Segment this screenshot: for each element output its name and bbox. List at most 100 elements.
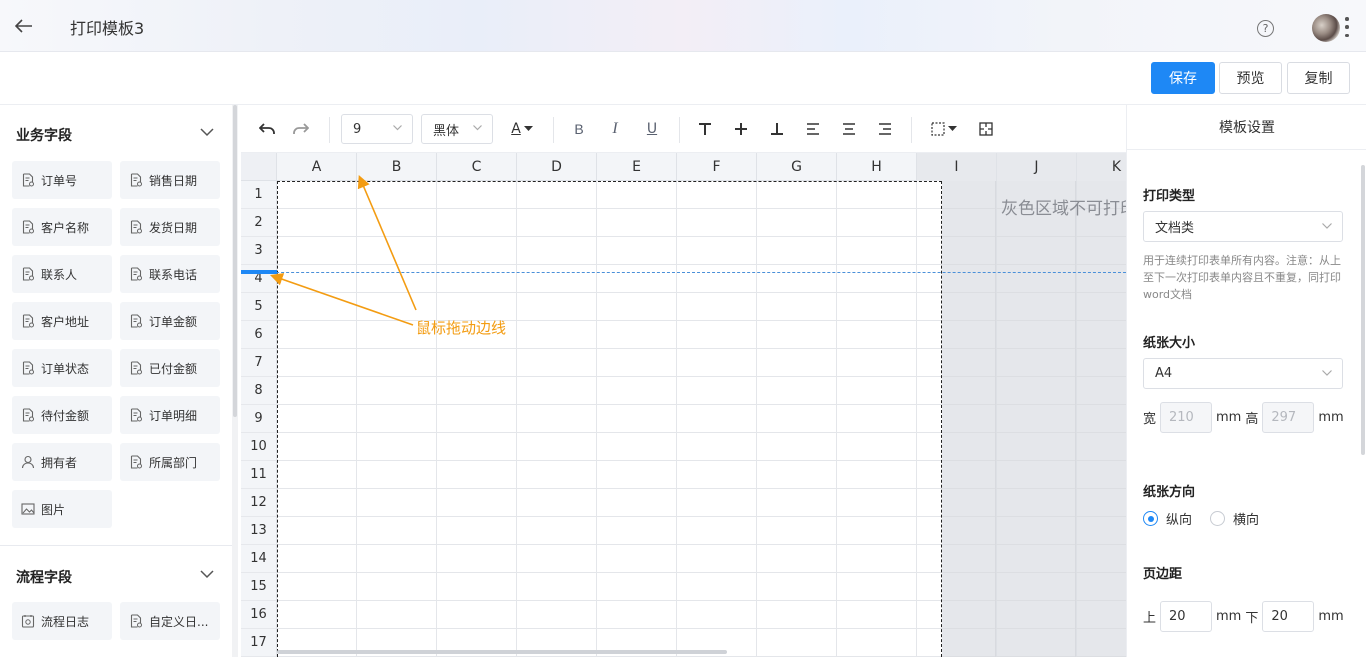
- row-header[interactable]: 2: [241, 209, 277, 237]
- field-item[interactable]: 客户名称: [12, 208, 112, 246]
- back-arrow-icon[interactable]: [12, 14, 36, 38]
- field-item[interactable]: 客户地址: [12, 302, 112, 340]
- column-header[interactable]: C: [437, 153, 517, 181]
- bold-button[interactable]: B: [569, 117, 589, 141]
- avatar[interactable]: [1312, 14, 1340, 42]
- row-header[interactable]: 8: [241, 377, 277, 405]
- row-header[interactable]: 5: [241, 293, 277, 321]
- left-panel-scrollbar[interactable]: [232, 105, 238, 657]
- italic-button[interactable]: I: [605, 117, 625, 141]
- height-input[interactable]: 297: [1262, 402, 1315, 433]
- format-toolbar: 9 黑体 A B I U: [241, 105, 1126, 153]
- merge-cells-icon[interactable]: [976, 117, 996, 141]
- row-drag-handle[interactable]: [241, 270, 277, 274]
- column-header[interactable]: E: [597, 153, 677, 181]
- preview-button[interactable]: 预览: [1219, 62, 1282, 94]
- document-icon: [129, 314, 143, 328]
- field-item[interactable]: 销售日期: [120, 161, 220, 199]
- column-header-row: ABCDEFGHIJK: [241, 153, 1126, 181]
- column-header[interactable]: D: [517, 153, 597, 181]
- font-color-button[interactable]: A: [507, 117, 537, 141]
- column-header[interactable]: F: [677, 153, 757, 181]
- print-type-select[interactable]: 文档类: [1143, 211, 1343, 242]
- more-vertical-icon[interactable]: [1344, 17, 1350, 37]
- row-header[interactable]: 6: [241, 321, 277, 349]
- page-title: 打印模板3: [70, 19, 145, 38]
- width-input[interactable]: 210: [1160, 402, 1213, 433]
- font-size-select[interactable]: 9: [341, 114, 413, 144]
- align-middle-icon[interactable]: [731, 117, 751, 141]
- toolbar-divider: [911, 117, 912, 143]
- column-header[interactable]: J: [997, 153, 1077, 181]
- copy-button[interactable]: 复制: [1287, 62, 1350, 94]
- select-all-corner[interactable]: [241, 153, 277, 181]
- field-item[interactable]: 订单号: [12, 161, 112, 199]
- radio-dot: [1210, 511, 1226, 526]
- help-icon[interactable]: ?: [1257, 20, 1274, 37]
- field-item[interactable]: 订单金额: [120, 302, 220, 340]
- row-header[interactable]: 14: [241, 545, 277, 573]
- font-family-select[interactable]: 黑体: [421, 114, 493, 144]
- business-fields-header[interactable]: 业务字段: [0, 113, 232, 153]
- spreadsheet-canvas[interactable]: 灰色区域不可打印 ABCDEFGHIJK 1 2 3 4 5 6 7 8 9 10 11 12 13 14…: [241, 153, 1126, 657]
- column-header[interactable]: H: [837, 153, 917, 181]
- chevron-down-icon[interactable]: [200, 127, 214, 137]
- row-header[interactable]: 17: [241, 629, 277, 657]
- print-boundary[interactable]: [277, 181, 942, 657]
- horizontal-scrollbar[interactable]: [277, 650, 727, 654]
- print-type-value: 文档类: [1155, 221, 1195, 236]
- align-top-icon[interactable]: [695, 117, 715, 141]
- field-item[interactable]: 图片: [12, 490, 112, 528]
- orientation-portrait-radio[interactable]: 纵向: [1143, 509, 1192, 528]
- column-header[interactable]: K: [1077, 153, 1126, 181]
- row-header[interactable]: 9: [241, 405, 277, 433]
- margin-row: 上 20 mm 下 20 mm: [1143, 601, 1344, 632]
- field-item-label: 客户地址: [41, 314, 90, 329]
- row-header[interactable]: 1: [241, 181, 277, 209]
- redo-icon[interactable]: [291, 117, 311, 141]
- align-right-icon[interactable]: [875, 117, 895, 141]
- margin-bottom-input[interactable]: 20: [1262, 601, 1315, 632]
- border-icon[interactable]: [929, 117, 959, 141]
- row-header[interactable]: 3: [241, 237, 277, 265]
- field-item[interactable]: 流程日志: [12, 602, 112, 640]
- field-item-label: 待付金额: [41, 408, 90, 423]
- align-center-icon[interactable]: [839, 117, 859, 141]
- process-fields-header[interactable]: 流程字段: [0, 555, 232, 595]
- non-printable-area: [942, 181, 1126, 657]
- undo-icon[interactable]: [257, 117, 277, 141]
- field-item[interactable]: 订单状态: [12, 349, 112, 387]
- row-header[interactable]: 12: [241, 489, 277, 517]
- field-item[interactable]: 所属部门: [120, 443, 220, 481]
- field-item[interactable]: 待付金额: [12, 396, 112, 434]
- field-item[interactable]: 发货日期: [120, 208, 220, 246]
- column-header[interactable]: I: [917, 153, 997, 181]
- row-header[interactable]: 16: [241, 601, 277, 629]
- orientation-landscape-radio[interactable]: 横向: [1210, 509, 1259, 528]
- field-item[interactable]: 订单明细: [120, 396, 220, 434]
- field-item[interactable]: 联系电话: [120, 255, 220, 293]
- underline-button[interactable]: U: [642, 117, 662, 141]
- paper-size-select[interactable]: A4: [1143, 358, 1343, 389]
- align-left-icon[interactable]: [803, 117, 823, 141]
- row-header[interactable]: 11: [241, 461, 277, 489]
- field-item[interactable]: 联系人: [12, 255, 112, 293]
- scrollbar-thumb[interactable]: [233, 105, 237, 417]
- row-header[interactable]: 15: [241, 573, 277, 601]
- field-item[interactable]: 已付金额: [120, 349, 220, 387]
- row-header[interactable]: 10: [241, 433, 277, 461]
- field-item[interactable]: 自定义日...: [120, 602, 220, 640]
- chevron-down-icon[interactable]: [200, 569, 214, 579]
- column-header[interactable]: B: [357, 153, 437, 181]
- settings-scrollbar[interactable]: [1361, 165, 1365, 455]
- field-item[interactable]: 拥有者: [12, 443, 112, 481]
- margin-top-input[interactable]: 20: [1160, 601, 1213, 632]
- column-header[interactable]: A: [277, 153, 357, 181]
- row-header[interactable]: 13: [241, 517, 277, 545]
- row-header[interactable]: 7: [241, 349, 277, 377]
- align-bottom-icon[interactable]: [767, 117, 787, 141]
- column-header[interactable]: G: [757, 153, 837, 181]
- document-icon: [129, 614, 143, 628]
- field-item-label: 订单状态: [41, 361, 90, 376]
- save-button[interactable]: 保存: [1151, 62, 1215, 94]
